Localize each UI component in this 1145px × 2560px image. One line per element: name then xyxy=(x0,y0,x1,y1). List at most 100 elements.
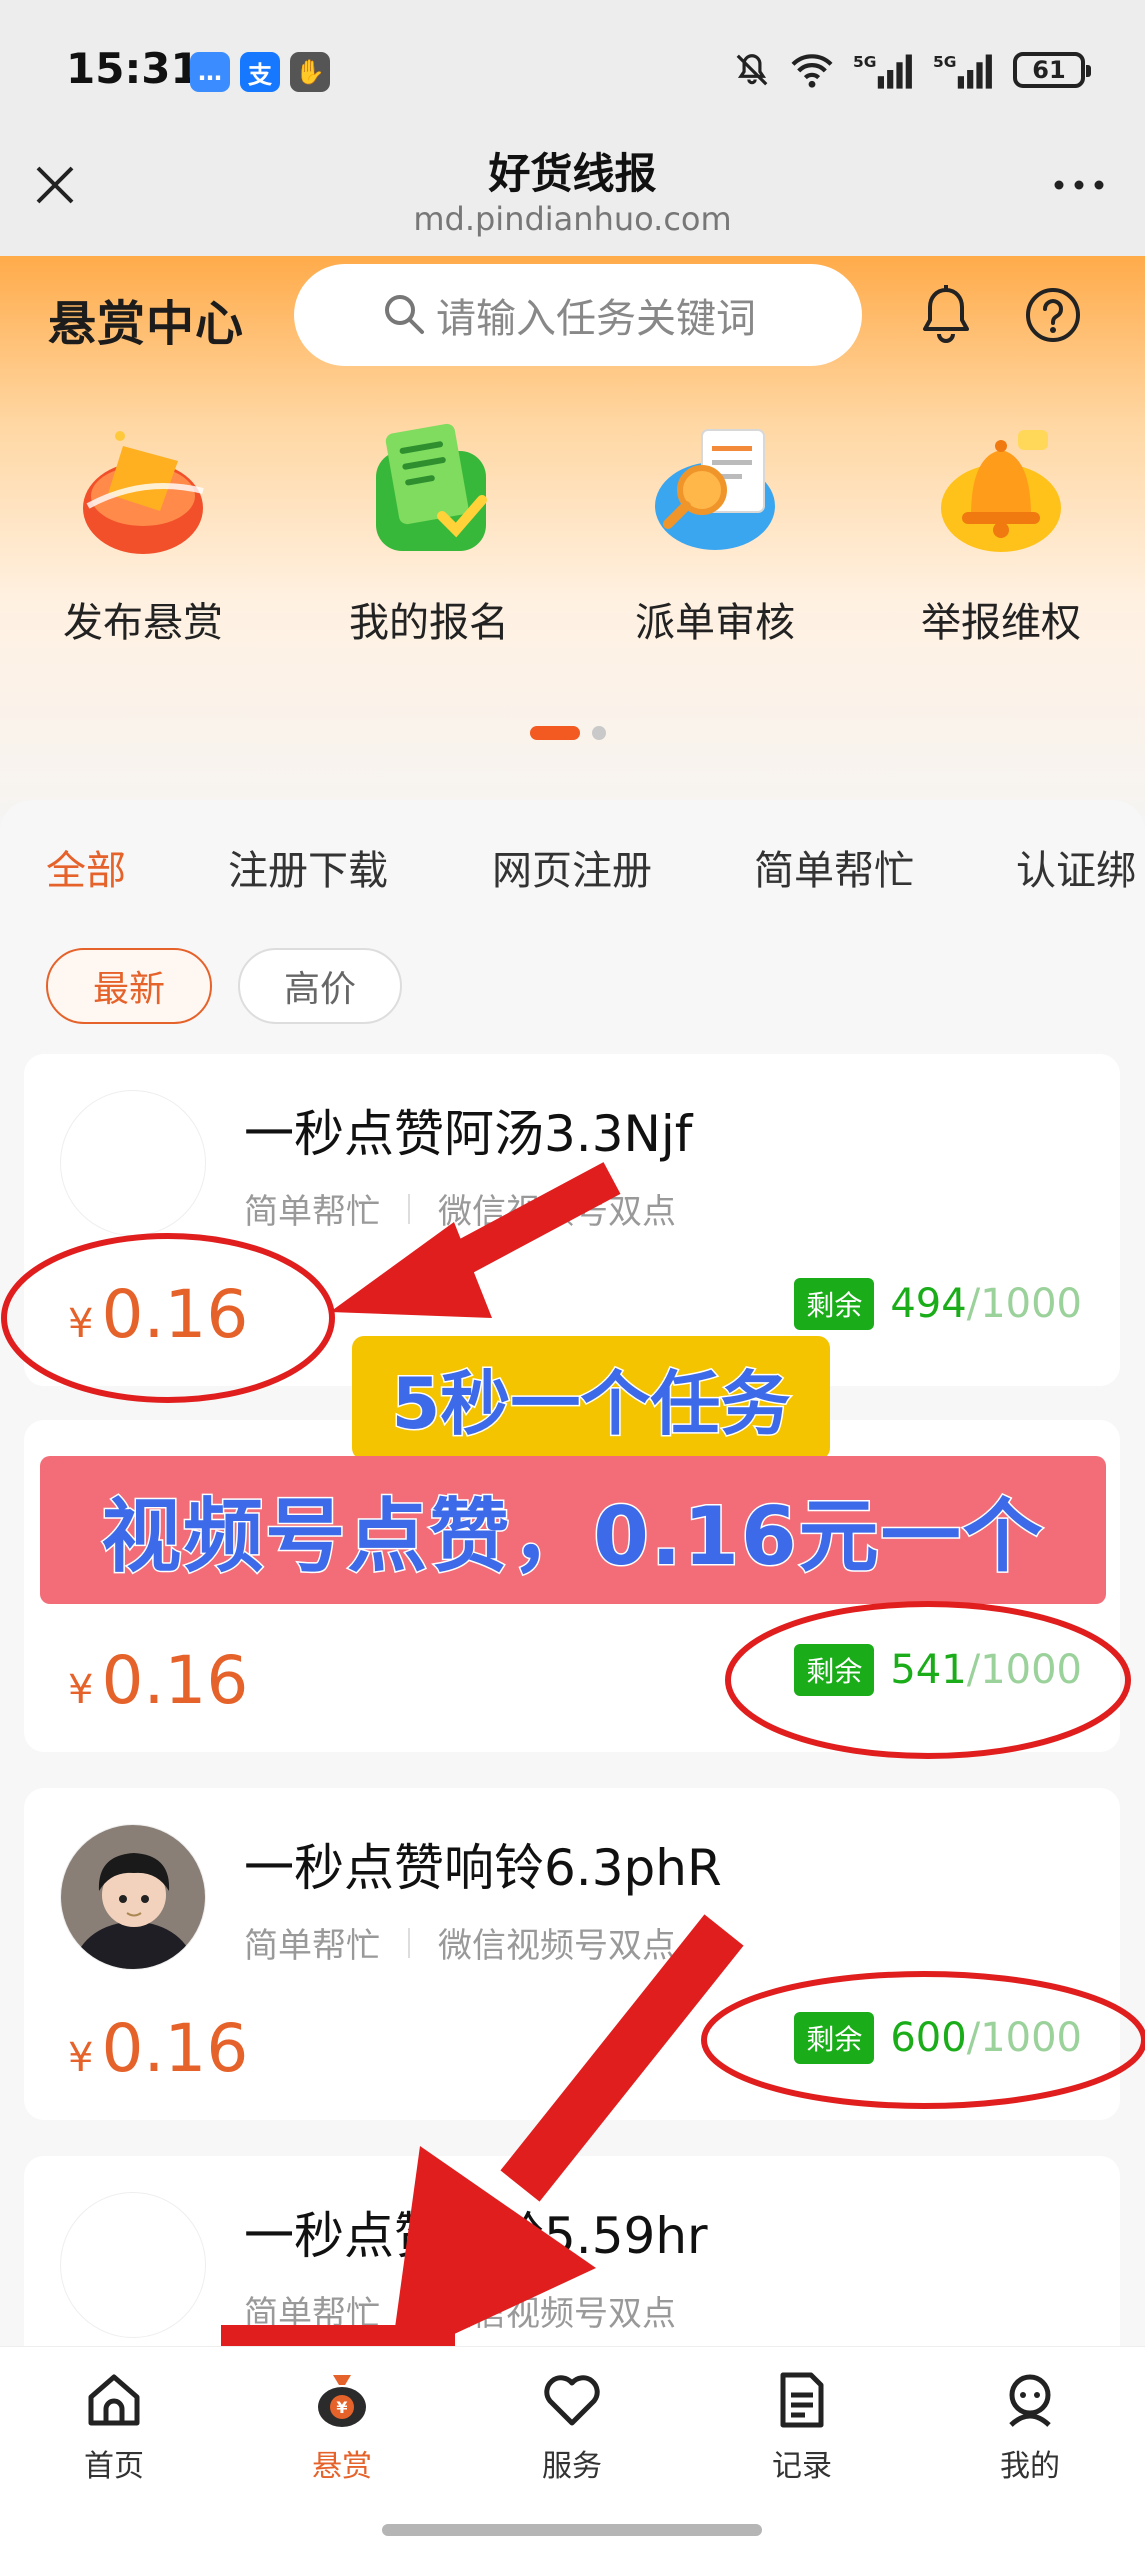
home-icon xyxy=(88,2374,140,2426)
wifi-icon xyxy=(789,50,835,90)
task-subcategory: 微信视频号双点 xyxy=(438,2294,676,2334)
task-price: ¥ 0.16 xyxy=(68,1642,248,1719)
nav-service[interactable]: 服务 xyxy=(492,2369,652,2485)
task-subcategory: 微信视频号双点 xyxy=(438,1192,676,1232)
boy-avatar-icon xyxy=(61,1825,205,1969)
remain-total: /1000 xyxy=(966,1647,1082,1693)
nav-reward[interactable]: ¥ 悬赏 xyxy=(262,2369,422,2485)
nav-profile[interactable]: 我的 xyxy=(950,2369,1110,2485)
svg-text:5G: 5G xyxy=(933,53,957,71)
dispatch-review-icon xyxy=(655,429,775,550)
money-bag-icon: ¥ xyxy=(318,2375,366,2427)
mute-icon xyxy=(733,50,771,90)
feature-report[interactable]: 举报维权 xyxy=(858,416,1144,648)
svg-text:¥: ¥ xyxy=(336,2398,347,2417)
nav-records[interactable]: 记录 xyxy=(722,2369,882,2485)
bell-icon[interactable] xyxy=(916,284,976,346)
remain-badge: 剩余 xyxy=(794,1644,875,1696)
currency-symbol: ¥ xyxy=(68,1667,94,1713)
carousel-indicator xyxy=(530,726,606,740)
remain-badge: 剩余 xyxy=(794,1278,875,1330)
avatar xyxy=(60,2192,206,2338)
reward-center-header: 悬赏中心 请输入任务关键词 发布悬赏 我的报名 派单审核 举报维权 xyxy=(0,256,1145,816)
sort-high-price-button[interactable]: 高价 xyxy=(238,948,402,1024)
tab-register-download[interactable]: 注册下载 xyxy=(228,838,388,896)
task-tags: 简单帮忙 微信视频号双点 xyxy=(244,1184,676,1233)
svg-text:5G: 5G xyxy=(853,53,877,71)
feature-label: 我的报名 xyxy=(349,600,509,646)
feature-dispatch-review[interactable]: 派单审核 xyxy=(572,416,858,648)
gesture-app-icon: ✋ xyxy=(290,52,330,92)
tab-verify-bind[interactable]: 认证绑 xyxy=(1016,838,1136,896)
feature-label: 举报维权 xyxy=(921,600,1081,646)
task-tags: 简单帮忙 微信视频号双点 xyxy=(244,1918,676,1967)
tag-divider xyxy=(408,2295,410,2326)
task-title: 一秒点赞阿汤3.3Njf xyxy=(244,1105,693,1163)
nav-label: 记录 xyxy=(772,2449,832,2484)
report-icon xyxy=(941,430,1061,552)
browser-header: 好货线报 md.pindianhuo.com xyxy=(0,140,1145,256)
signal-5g-icon: 5G xyxy=(933,50,995,90)
price-value: 0.16 xyxy=(101,1276,249,1353)
page-dot-active xyxy=(530,726,580,740)
task-subcategory: 微信视频号双点 xyxy=(438,1926,676,1966)
search-icon xyxy=(385,295,424,334)
annotation-text-main: 视频号点赞，0.16元一个 xyxy=(100,1489,1045,1585)
remain-value: 600 xyxy=(890,2015,967,2061)
my-signup-icon xyxy=(376,423,487,551)
annotation-banner-top: 5秒一个任务 xyxy=(352,1336,830,1460)
sort-latest-button[interactable]: 最新 xyxy=(46,948,212,1024)
feature-publish-reward[interactable]: 发布悬赏 xyxy=(0,416,286,648)
avatar xyxy=(60,1824,206,1970)
page-dot[interactable] xyxy=(592,726,606,740)
search-placeholder: 请输入任务关键词 xyxy=(436,296,756,342)
tab-simple-help[interactable]: 简单帮忙 xyxy=(754,838,914,896)
home-indicator[interactable] xyxy=(382,2524,762,2536)
feature-label: 派单审核 xyxy=(635,600,795,646)
remain-value: 541 xyxy=(890,1647,967,1693)
publish-reward-icon xyxy=(83,431,204,554)
remaining-count: 剩余 541 /1000 xyxy=(794,1644,1082,1696)
page-title: 好货线报 xyxy=(488,149,657,198)
remain-badge: 剩余 xyxy=(794,2012,875,2064)
status-time: 15:31 xyxy=(66,44,200,93)
more-icon[interactable] xyxy=(1049,170,1109,200)
nav-label: 服务 xyxy=(542,2449,602,2484)
help-icon[interactable] xyxy=(1024,286,1082,344)
nav-label: 首页 xyxy=(84,2449,144,2484)
remain-total: /1000 xyxy=(966,2015,1082,2061)
task-tags: 简单帮忙 微信视频号双点 xyxy=(244,2286,676,2335)
feature-row: 发布悬赏 我的报名 派单审核 举报维权 xyxy=(0,416,1145,648)
annotation-banner-main: 视频号点赞，0.16元一个 xyxy=(40,1456,1106,1604)
profile-icon xyxy=(1009,2374,1051,2427)
feature-my-signup[interactable]: 我的报名 xyxy=(286,416,572,648)
task-category: 简单帮忙 xyxy=(244,1192,380,1232)
task-price: ¥ 0.16 xyxy=(68,1276,248,1353)
annotation-text-top: 5秒一个任务 xyxy=(390,1361,792,1446)
nav-home[interactable]: 首页 xyxy=(34,2369,194,2485)
avatar xyxy=(60,1090,206,1236)
task-title: 一秒点赞响铃5.59hr xyxy=(244,2207,708,2265)
remaining-count: 剩余 600 /1000 xyxy=(794,2012,1082,2064)
category-tabs: 全部 注册下载 网页注册 简单帮忙 认证绑 xyxy=(0,838,1145,898)
search-input[interactable]: 请输入任务关键词 xyxy=(294,264,862,366)
price-value: 0.16 xyxy=(101,2010,249,2087)
nav-label: 我的 xyxy=(1000,2449,1060,2484)
signal-5g-icon: 5G xyxy=(853,50,915,90)
tag-divider xyxy=(408,1193,410,1224)
battery-icon: 61 xyxy=(1013,52,1091,88)
remain-value: 494 xyxy=(890,1281,967,1327)
currency-symbol: ¥ xyxy=(68,2035,94,2081)
task-card[interactable]: 一秒点赞响铃6.3phR 简单帮忙 微信视频号双点 ¥ 0.16 剩余 600 … xyxy=(24,1788,1120,2120)
task-price: ¥ 0.16 xyxy=(68,2010,248,2087)
alipay-app-icon: 支 xyxy=(240,52,280,92)
remaining-count: 剩余 494 /1000 xyxy=(794,1278,1082,1330)
tab-all[interactable]: 全部 xyxy=(46,838,126,896)
remain-total: /1000 xyxy=(966,1281,1082,1327)
reward-center-title: 悬赏中心 xyxy=(48,296,245,352)
task-category: 简单帮忙 xyxy=(244,1926,380,1966)
feature-label: 发布悬赏 xyxy=(63,600,223,646)
currency-symbol: ¥ xyxy=(68,1301,94,1347)
tab-web-register[interactable]: 网页注册 xyxy=(492,838,652,896)
heart-icon xyxy=(544,2375,600,2426)
